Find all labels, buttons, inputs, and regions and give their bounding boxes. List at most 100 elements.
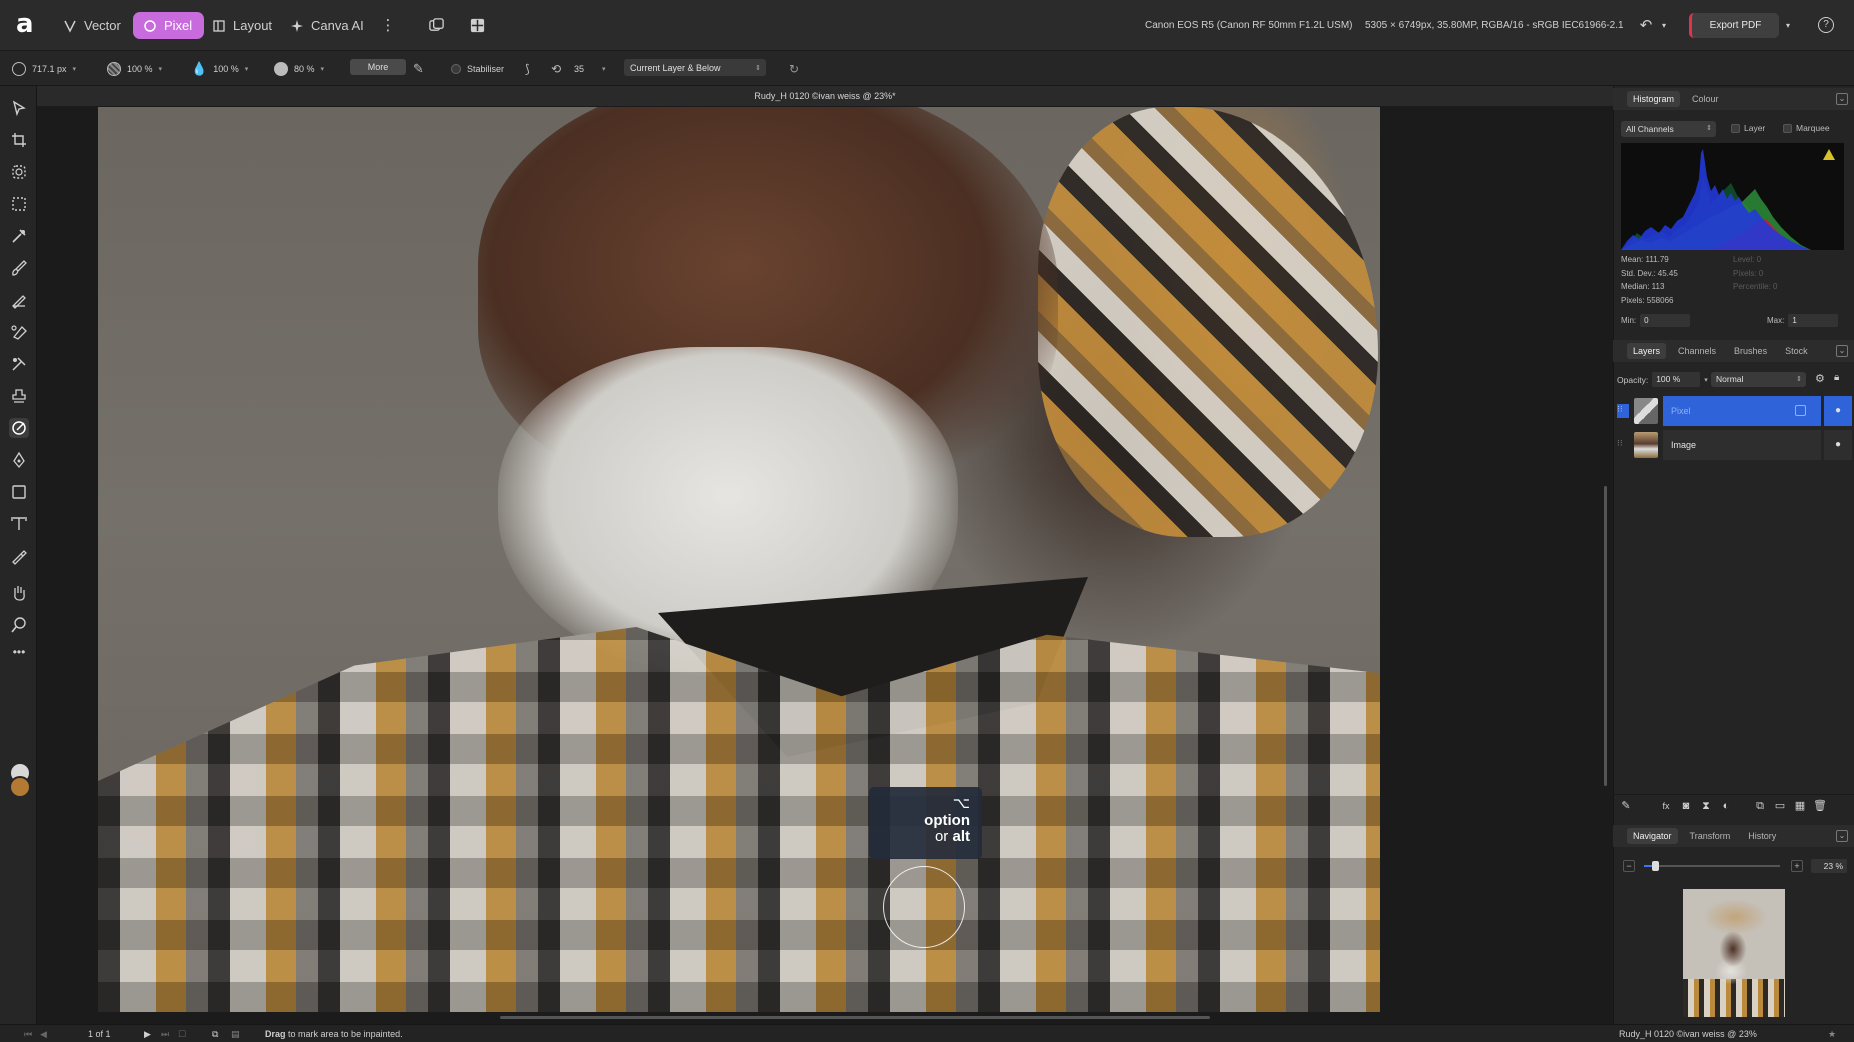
- flow-value[interactable]: 100 %: [213, 64, 239, 74]
- layer-select-handle-icon[interactable]: ⁝⁝: [1617, 404, 1629, 418]
- first-page-icon[interactable]: ⏮: [24, 1029, 32, 1040]
- layer-mask-icon[interactable]: [1795, 405, 1806, 416]
- reset-icon[interactable]: ↻: [789, 60, 799, 78]
- tab-histogram[interactable]: Histogram: [1627, 91, 1681, 107]
- brush-settings-icon[interactable]: ✎: [413, 60, 424, 78]
- stabiliser-checkbox[interactable]: [451, 64, 461, 74]
- mask-icon[interactable]: ◙: [1679, 799, 1693, 813]
- stabiliser-value-control[interactable]: 35 ▾: [574, 60, 606, 78]
- edit-layer-icon[interactable]: ✎: [1619, 799, 1633, 813]
- marquee-checkbox[interactable]: Marquee: [1783, 123, 1830, 133]
- blend-mode-select[interactable]: Normal ⇕: [1711, 372, 1806, 387]
- page-delete-icon[interactable]: ▤: [231, 1029, 240, 1040]
- layer-opacity-input[interactable]: 100 %: [1652, 372, 1701, 387]
- export-pdf-button[interactable]: Export PDF: [1689, 13, 1779, 38]
- next-page-icon[interactable]: ▶: [144, 1029, 151, 1040]
- channel-select[interactable]: All Channels ⇕: [1621, 121, 1716, 137]
- chevron-down-icon[interactable]: ▾: [1653, 14, 1675, 36]
- fill-layer-icon[interactable]: ▦: [1793, 799, 1807, 813]
- color-well[interactable]: [9, 764, 31, 798]
- tab-layers[interactable]: Layers: [1627, 343, 1667, 359]
- zoom-tool-icon[interactable]: [9, 615, 29, 635]
- fx-icon[interactable]: fx: [1659, 799, 1673, 813]
- layer-name[interactable]: Image: [1663, 430, 1821, 460]
- chevron-down-icon[interactable]: ▾: [602, 65, 606, 73]
- hardness-value[interactable]: 80 %: [294, 64, 315, 74]
- color-picker-icon[interactable]: [9, 546, 29, 566]
- persona-vector[interactable]: Vector: [53, 12, 133, 39]
- layer-select-handle-icon[interactable]: ⁝⁝: [1617, 438, 1629, 452]
- chevron-down-icon[interactable]: ▾: [1704, 376, 1708, 384]
- persona-layout[interactable]: Layout: [202, 12, 284, 39]
- tab-stock[interactable]: Stock: [1779, 343, 1814, 359]
- export-options-chevron-icon[interactable]: ▾: [1777, 14, 1799, 36]
- width-value[interactable]: 717.1 px: [32, 64, 67, 74]
- tab-channels[interactable]: Channels: [1672, 343, 1722, 359]
- chevron-down-icon[interactable]: ▾: [245, 65, 249, 73]
- rope-mode-icon[interactable]: ⟆: [525, 60, 530, 78]
- layer-row-image[interactable]: ⁝⁝ Image ●: [1613, 429, 1854, 461]
- checkbox-box[interactable]: [1783, 123, 1792, 133]
- prev-page-icon[interactable]: ◀: [40, 1029, 47, 1040]
- grid-layout-icon[interactable]: [466, 14, 488, 36]
- assets-icon[interactable]: [425, 14, 447, 36]
- dodge-brush-icon[interactable]: [9, 354, 29, 374]
- shape-tool-icon[interactable]: [9, 482, 29, 502]
- tab-history[interactable]: History: [1742, 828, 1782, 844]
- text-tool-icon[interactable]: [9, 514, 29, 534]
- help-icon[interactable]: ?: [1815, 14, 1837, 36]
- pen-tool-icon[interactable]: [9, 450, 29, 470]
- flow-control[interactable]: 💧 100 % ▾: [191, 60, 248, 78]
- foreground-color-swatch[interactable]: [9, 776, 31, 798]
- horizontal-scrollbar[interactable]: [500, 1016, 1210, 1019]
- chevron-down-icon[interactable]: ▾: [159, 65, 163, 73]
- canvas-photo[interactable]: [98, 107, 1380, 1012]
- selection-brush-icon[interactable]: [9, 162, 29, 182]
- checkbox-box[interactable]: [1731, 123, 1740, 133]
- clone-brush-icon[interactable]: [9, 386, 29, 406]
- visibility-eye-icon[interactable]: ●: [1824, 396, 1852, 426]
- layer-checkbox[interactable]: Layer: [1731, 123, 1765, 133]
- width-control[interactable]: 717.1 px ▾: [12, 60, 76, 78]
- panel-menu-icon[interactable]: ⌄: [1836, 345, 1848, 357]
- erase-brush-icon[interactable]: [9, 322, 29, 342]
- navigator-thumbnail[interactable]: [1683, 889, 1785, 1017]
- panel-menu-icon[interactable]: ⌄: [1836, 93, 1848, 105]
- stabiliser-toggle[interactable]: Stabiliser: [451, 60, 504, 78]
- panel-menu-icon[interactable]: ⌄: [1836, 830, 1848, 842]
- adjustment-icon[interactable]: ⧗: [1699, 799, 1713, 813]
- zoom-value[interactable]: 23 %: [1811, 859, 1847, 873]
- max-input[interactable]: 1: [1788, 314, 1839, 327]
- zoom-out-icon[interactable]: −: [1623, 860, 1635, 872]
- tab-colour[interactable]: Colour: [1686, 91, 1725, 107]
- inpainting-brush-icon[interactable]: [9, 418, 29, 438]
- zoom-slider-knob[interactable]: [1651, 861, 1659, 871]
- last-page-icon[interactable]: ⏭: [161, 1029, 169, 1040]
- live-filter-icon[interactable]: ◐: [1719, 799, 1733, 813]
- tab-navigator[interactable]: Navigator: [1627, 828, 1678, 844]
- star-icon[interactable]: ★: [1828, 1029, 1836, 1040]
- more-menu-icon[interactable]: ⋮: [377, 14, 399, 36]
- crop-tool-icon[interactable]: [9, 130, 29, 150]
- tab-brushes[interactable]: Brushes: [1728, 343, 1773, 359]
- flood-select-icon[interactable]: [9, 226, 29, 246]
- affinity-logo-icon[interactable]: a: [16, 11, 40, 38]
- vertical-scrollbar[interactable]: [1604, 486, 1607, 786]
- lock-icon[interactable]: 🔒︎: [1834, 372, 1839, 383]
- page-settings-icon[interactable]: ☐: [178, 1029, 186, 1040]
- min-input[interactable]: 0: [1640, 314, 1691, 327]
- zoom-track[interactable]: [1644, 865, 1780, 867]
- opacity-control[interactable]: 100 % ▾: [107, 60, 162, 78]
- persona-pixel[interactable]: Pixel: [133, 12, 205, 39]
- chevron-down-icon[interactable]: ▾: [73, 65, 77, 73]
- pixel-tool-icon[interactable]: [9, 290, 29, 310]
- window-mode-icon[interactable]: ⟲: [551, 60, 561, 78]
- visibility-eye-icon[interactable]: ●: [1824, 430, 1852, 460]
- chevron-down-icon[interactable]: ▾: [321, 65, 325, 73]
- tab-transform[interactable]: Transform: [1684, 828, 1737, 844]
- hardness-control[interactable]: 80 % ▾: [274, 60, 324, 78]
- more-tools-icon[interactable]: •••: [9, 642, 29, 662]
- rectangular-marquee-icon[interactable]: [9, 194, 29, 214]
- move-tool-icon[interactable]: [9, 98, 29, 118]
- gear-icon[interactable]: ⚙: [1815, 372, 1825, 385]
